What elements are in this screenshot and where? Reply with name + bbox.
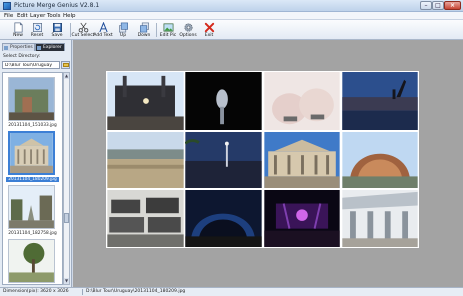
collage-photo[interactable]	[184, 189, 263, 248]
browse-folder-button[interactable]	[61, 61, 70, 69]
layer-down-icon	[139, 22, 149, 33]
directory-input[interactable]	[2, 61, 60, 69]
thumbnail-caption: 20131104_151033.jpg	[8, 123, 57, 128]
maximize-button[interactable]: □	[432, 1, 444, 10]
layer-up-icon	[118, 22, 128, 33]
minimize-button[interactable]: –	[420, 1, 432, 10]
menu-edit[interactable]: Edit	[17, 13, 28, 19]
menu-layer[interactable]: Layer	[30, 13, 45, 19]
scissors-icon	[78, 22, 88, 33]
select-directory-label: Select Directory:	[3, 54, 41, 59]
status-divider	[82, 289, 83, 295]
new-document-icon	[13, 22, 23, 33]
explorer-icon	[37, 46, 41, 50]
thumbnail-caption: 20131104_182758.jpg	[8, 231, 57, 236]
collage-photo[interactable]	[263, 71, 341, 131]
collage-canvas[interactable]	[106, 71, 419, 248]
menu-tools[interactable]: Tools	[47, 13, 61, 19]
scroll-down-arrow-icon[interactable]: ▼	[64, 278, 69, 284]
exit-label: Exit	[204, 33, 214, 38]
collage-photo[interactable]	[184, 131, 263, 189]
status-dimension: Dimension(pix): 3620 x 3026	[3, 289, 69, 294]
save-button[interactable]: Save	[45, 21, 69, 39]
exit-button[interactable]: Exit	[197, 21, 221, 39]
menu-file[interactable]: File	[4, 13, 13, 19]
close-button[interactable]: ×	[444, 1, 461, 10]
thumbnail-image	[8, 131, 55, 175]
status-bar: Dimension(pix): 3620 x 3026 D:\Blur Tour…	[0, 287, 463, 296]
thumbnail-image	[8, 239, 55, 283]
collage-photo[interactable]	[263, 131, 341, 189]
window-title: Picture Merge Genius V2.8.1	[14, 2, 100, 9]
status-file-path: D:\Blur Tour\Uruguay\20131104_180209.jpg	[86, 289, 186, 294]
save-disk-icon	[52, 23, 62, 32]
tab-explorer-label: Explorer	[43, 45, 62, 50]
collage-photo[interactable]	[341, 189, 419, 248]
collage-photo[interactable]	[106, 71, 185, 131]
thumbnail-image	[8, 185, 55, 229]
collage-photo[interactable]	[341, 71, 419, 131]
down-label: Down	[137, 33, 151, 38]
down-button[interactable]: Down	[132, 21, 156, 39]
canvas-area[interactable]	[73, 40, 463, 287]
tab-explorer[interactable]: Explorer	[35, 43, 65, 51]
scroll-thumb[interactable]	[64, 213, 69, 223]
save-label: Save	[51, 33, 63, 38]
exit-x-icon	[204, 22, 214, 33]
text-a-icon	[98, 22, 108, 33]
title-bar: Picture Merge Genius V2.8.1 – □ ×	[0, 0, 463, 12]
folder-icon	[63, 63, 69, 67]
collage-photo[interactable]	[106, 131, 185, 189]
properties-icon	[4, 46, 8, 50]
tab-properties-label: Properties	[10, 45, 33, 50]
tab-properties[interactable]: Properties	[2, 43, 35, 51]
explorer-panel: Properties Explorer Select Directory: 20…	[0, 40, 72, 287]
reset-icon	[32, 23, 42, 32]
scroll-up-arrow-icon[interactable]: ▲	[64, 73, 69, 79]
menu-help[interactable]: Help	[63, 13, 76, 19]
thumbnail-scrollbar[interactable]: ▲ ▼	[63, 72, 70, 285]
menu-bar: File Edit Layer Tools Help	[0, 12, 463, 20]
thumbnail-image	[8, 77, 55, 121]
picture-icon	[163, 23, 173, 32]
collage-photo[interactable]	[184, 71, 263, 131]
thumbnail-caption: 20131104_180209.jpg	[6, 177, 59, 182]
collage-photo[interactable]	[106, 189, 185, 248]
gear-icon	[183, 23, 193, 32]
collage-photo[interactable]	[341, 131, 419, 189]
app-icon	[3, 2, 11, 10]
toolbar: New Reset Save Cut Select Add Text Up Do…	[0, 20, 463, 40]
collage-photo[interactable]	[263, 189, 341, 248]
thumbnail-list[interactable]: 20131104_151033.jpg 20131104_180209.jpg	[2, 72, 63, 285]
